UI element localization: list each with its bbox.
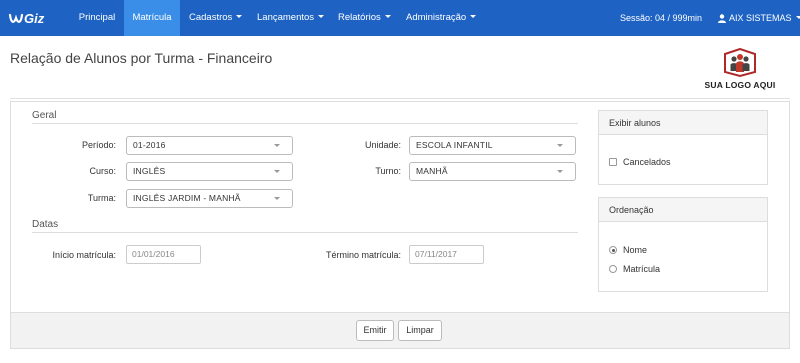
user-name: AIX SISTEMAS — [729, 13, 792, 23]
termino-date-input[interactable]: 07/11/2017 — [409, 245, 484, 264]
chevron-down-icon — [274, 144, 280, 147]
turno-label: Turno: — [375, 166, 401, 176]
section-divider — [32, 232, 578, 233]
turno-select[interactable]: MANHÃ — [409, 162, 576, 181]
periodo-label: Período: — [81, 140, 116, 150]
header-divider — [10, 98, 790, 99]
nav-matricula[interactable]: Matrícula — [124, 0, 180, 36]
chevron-down-icon — [470, 15, 477, 18]
user-icon — [718, 14, 726, 23]
chevron-down-icon — [236, 15, 243, 18]
session-text: Sessão: 04 / 999min — [620, 13, 703, 23]
section-datas: Datas — [32, 219, 59, 230]
nav-lancamentos[interactable]: Lançamentos — [257, 0, 325, 36]
exibir-title: Exibir alunos — [599, 111, 767, 135]
section-divider — [32, 123, 578, 124]
order-matricula-radio[interactable] — [609, 265, 617, 273]
chevron-down-icon — [557, 144, 563, 147]
cancelados-checkbox-row[interactable]: Cancelados — [609, 157, 671, 167]
order-nome-radio[interactable] — [609, 246, 617, 254]
nav-relatorios[interactable]: Relatórios — [338, 0, 391, 36]
cancelados-label: Cancelados — [623, 157, 671, 167]
nav-matricula-label: Matrícula — [132, 12, 172, 23]
turma-select[interactable]: INGLÊS JARDIM - MANHÃ — [126, 189, 293, 208]
ordenacao-title: Ordenação — [599, 198, 767, 222]
company-logo: SUA LOGO AQUI — [690, 48, 790, 94]
svg-text:Giz: Giz — [24, 11, 45, 26]
chevron-down-icon — [384, 15, 391, 18]
nav-lancamentos-label: Lançamentos — [257, 12, 315, 23]
chevron-down-icon — [274, 170, 280, 173]
order-matricula-row[interactable]: Matrícula — [609, 264, 660, 274]
nav-principal[interactable]: Principal — [70, 0, 124, 36]
unidade-value: ESCOLA INFANTIL — [416, 140, 493, 150]
nav-administracao[interactable]: Administração — [406, 0, 477, 36]
section-geral: Geral — [32, 110, 57, 121]
brand-logo[interactable]: Giz — [8, 8, 50, 28]
filter-panel: Geral Período: 01-2016 Curso: INGLÊS Tur… — [10, 101, 790, 349]
termino-value: 07/11/2017 — [415, 249, 457, 259]
turma-value: INGLÊS JARDIM - MANHÃ — [133, 193, 241, 203]
periodo-select[interactable]: 01-2016 — [126, 136, 293, 155]
curso-select[interactable]: INGLÊS — [126, 162, 293, 181]
chevron-down-icon — [318, 15, 325, 18]
unidade-select[interactable]: ESCOLA INFANTIL — [409, 136, 576, 155]
nav-cadastros-label: Cadastros — [189, 12, 233, 23]
page-title: Relação de Alunos por Turma - Financeiro — [10, 50, 273, 66]
logo-caption: SUA LOGO AQUI — [704, 80, 776, 90]
inicio-date-input[interactable]: 01/01/2016 — [126, 245, 201, 264]
chevron-down-icon — [557, 170, 563, 173]
limpar-button[interactable]: Limpar — [398, 320, 442, 341]
emitir-button[interactable]: Emitir — [356, 320, 394, 341]
nav-principal-label: Principal — [78, 12, 116, 23]
chevron-down-icon — [274, 197, 280, 200]
curso-label: Curso: — [89, 166, 116, 176]
session-timer: Sessão: 04 / 999min — [620, 0, 702, 36]
top-navbar: Giz Principal Matrícula Cadastros Lançam… — [0, 0, 800, 36]
turno-value: MANHÃ — [416, 166, 448, 176]
exibir-panel: Exibir alunos Cancelados — [598, 110, 768, 185]
cancelados-checkbox[interactable] — [609, 158, 617, 166]
order-nome-row[interactable]: Nome — [609, 245, 647, 255]
order-nome-label: Nome — [623, 245, 648, 255]
turma-label: Turma: — [87, 193, 116, 203]
nav-relatorios-label: Relatórios — [338, 12, 381, 23]
wgiz-logo-icon: Giz — [8, 11, 45, 26]
periodo-value: 01-2016 — [133, 140, 166, 150]
chevron-down-icon — [795, 16, 800, 19]
nav-cadastros[interactable]: Cadastros — [189, 0, 243, 36]
unidade-label: Unidade: — [364, 140, 401, 150]
termino-label: Término matrícula: — [325, 250, 401, 260]
inicio-value: 01/01/2016 — [132, 249, 175, 259]
curso-value: INGLÊS — [133, 166, 166, 176]
nav-administracao-label: Administração — [406, 12, 467, 23]
school-logo-icon — [724, 48, 756, 78]
ordenacao-panel: Ordenação Nome Matrícula — [598, 197, 768, 292]
order-matricula-label: Matrícula — [623, 264, 661, 274]
user-menu[interactable]: AIX SISTEMAS — [718, 0, 800, 36]
inicio-label: Início matrícula: — [52, 250, 116, 260]
